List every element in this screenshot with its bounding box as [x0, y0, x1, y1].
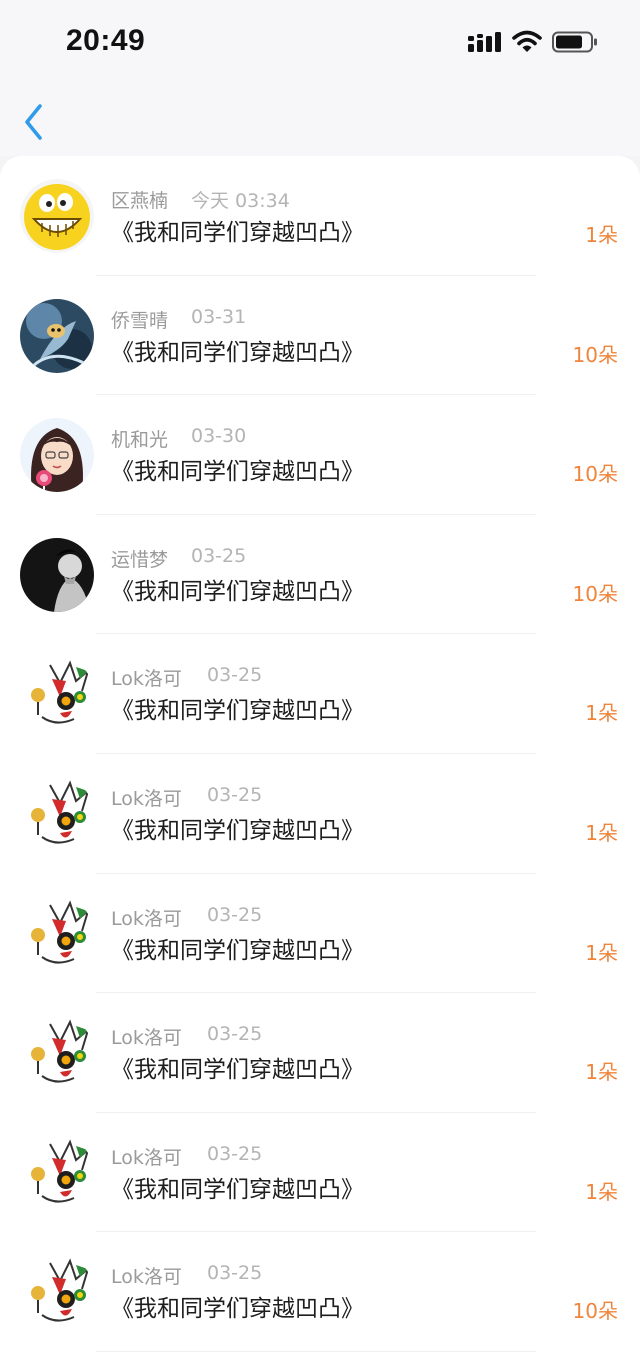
cartoon-cat-avatar	[20, 657, 94, 732]
sender-name: Lok洛可	[111, 668, 182, 691]
book-title: 《我和同学们穿越凹凸》	[111, 1057, 364, 1084]
battery-icon	[552, 31, 597, 53]
flower-count: 1朵	[585, 1060, 618, 1085]
flower-count: 1朵	[585, 820, 618, 845]
list-item[interactable]: 区燕楠 今天 03:34 《我和同学们穿越凹凸》 1朵	[0, 156, 640, 276]
flower-count: 1朵	[585, 940, 618, 965]
book-title: 《我和同学们穿越凹凸》	[111, 1296, 364, 1323]
sender-name: Lok洛可	[111, 787, 182, 810]
gift-record-list: 区燕楠 今天 03:34 《我和同学们穿越凹凸》 1朵 侨雪晴 03-31 《我…	[0, 156, 640, 1357]
cartoon-cat-avatar	[20, 896, 94, 971]
cartoon-cat-avatar	[20, 1135, 94, 1210]
portrait-avatar	[20, 537, 94, 612]
send-date: 03-25	[207, 783, 263, 806]
status-bar: 20:49	[0, 0, 640, 86]
book-title: 《我和同学们穿越凹凸》	[111, 459, 364, 486]
book-title: 《我和同学们穿越凹凸》	[111, 220, 364, 246]
sender-name: Lok洛可	[111, 907, 182, 930]
back-chevron-icon[interactable]	[18, 102, 52, 142]
game-character-avatar	[20, 298, 94, 373]
book-title: 《我和同学们穿越凹凸》	[111, 698, 364, 725]
sender-name: 区燕楠	[111, 190, 169, 212]
list-item[interactable]: Lok洛可 03-25 《我和同学们穿越凹凸》 1朵	[0, 634, 640, 754]
send-date: 03-25	[207, 903, 263, 926]
list-item[interactable]: 运惜梦 03-25 《我和同学们穿越凹凸》 10朵	[0, 515, 640, 635]
flower-count: 10朵	[572, 462, 618, 487]
list-item[interactable]: Lok洛可 03-25 《我和同学们穿越凹凸》 1朵	[0, 1113, 640, 1233]
send-date: 03-25	[207, 1142, 263, 1165]
send-date: 03-25	[207, 1023, 263, 1046]
wifi-icon	[512, 30, 542, 52]
list-item[interactable]: 侨雪晴 03-31 《我和同学们穿越凹凸》 10朵	[0, 276, 640, 396]
send-date: 03-25	[207, 664, 263, 687]
cartoon-cat-avatar	[20, 1016, 94, 1091]
list-item[interactable]: Lok洛可 03-25 《我和同学们穿越凹凸》 1朵	[0, 993, 640, 1113]
flower-count: 1朵	[585, 223, 618, 247]
status-time: 20:49	[66, 24, 146, 57]
sender-name: Lok洛可	[111, 1146, 182, 1169]
cartoon-cat-avatar	[20, 1255, 94, 1330]
list-item[interactable]: 机和光 03-30 《我和同学们穿越凹凸》 10朵	[0, 395, 640, 515]
book-title: 《我和同学们穿越凹凸》	[111, 578, 364, 605]
flower-count: 1朵	[585, 701, 618, 726]
flower-count: 10朵	[572, 581, 618, 606]
book-title: 《我和同学们穿越凹凸》	[111, 817, 364, 844]
sender-name: 机和光	[111, 429, 169, 452]
book-title: 《我和同学们穿越凹凸》	[111, 1176, 364, 1203]
book-title: 《我和同学们穿越凹凸》	[111, 937, 364, 964]
navigation-bar	[0, 86, 640, 156]
flower-count: 10朵	[572, 1299, 618, 1324]
cellular-signal-icon	[468, 32, 501, 52]
send-date: 03-25	[207, 1262, 263, 1285]
sender-name: 侨雪晴	[111, 309, 169, 332]
flower-count: 10朵	[572, 342, 618, 367]
cartoon-cat-avatar	[20, 776, 94, 851]
list-item[interactable]: Lok洛可 03-25 《我和同学们穿越凹凸》 1朵	[0, 874, 640, 994]
sender-name: 运惜梦	[111, 548, 169, 571]
sender-name: Lok洛可	[111, 1266, 182, 1289]
send-date: 今天 03:34	[191, 190, 290, 212]
flower-count: 1朵	[585, 1179, 618, 1204]
book-title: 《我和同学们穿越凹凸》	[111, 339, 364, 366]
send-date: 03-25	[191, 544, 247, 567]
list-item[interactable]: Lok洛可 03-25 《我和同学们穿越凹凸》 10朵	[0, 1232, 640, 1352]
send-date: 03-30	[191, 425, 247, 448]
sender-name: Lok洛可	[111, 1027, 182, 1050]
anime-girl-avatar	[20, 418, 94, 493]
smiley-avatar	[20, 179, 94, 253]
send-date: 03-31	[191, 305, 247, 328]
list-item[interactable]: Lok洛可 03-25 《我和同学们穿越凹凸》 1朵	[0, 754, 640, 874]
